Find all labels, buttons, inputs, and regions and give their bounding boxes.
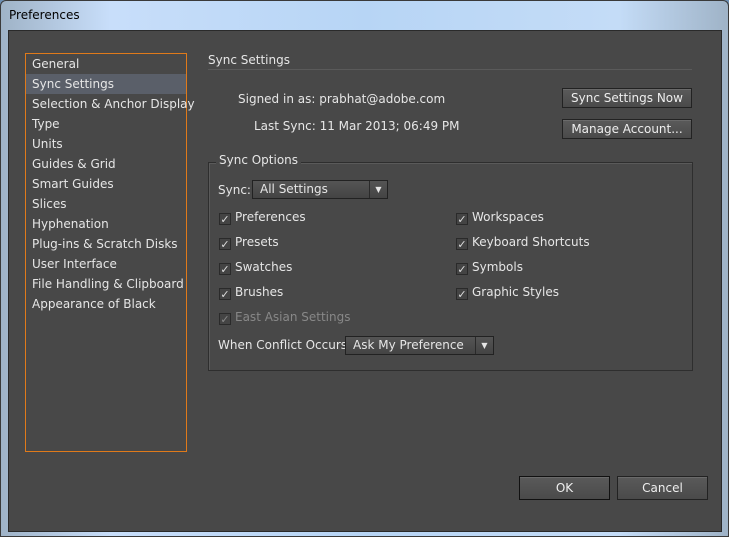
checkbox-brushes[interactable]: ✓ Brushes: [219, 285, 283, 300]
category-list[interactable]: General Sync Settings Selection & Anchor…: [25, 53, 195, 452]
divider: [208, 69, 692, 70]
ok-button[interactable]: OK: [519, 476, 610, 500]
checkmark-icon: ✓: [456, 238, 468, 251]
sync-options-title: Sync Options: [216, 153, 302, 167]
manage-account-button[interactable]: Manage Account...: [562, 119, 692, 139]
checkbox-east-asian-settings: ✓ East Asian Settings: [219, 310, 351, 325]
checkmark-icon: ✓: [219, 263, 231, 276]
checkbox-symbols[interactable]: ✓ Symbols: [456, 260, 523, 275]
checkbox-label: East Asian Settings: [235, 310, 351, 324]
sidebar-item-sync-settings[interactable]: Sync Settings: [26, 74, 186, 94]
checkmark-icon: ✓: [456, 213, 468, 226]
sidebar-item-guides-grid[interactable]: Guides & Grid: [26, 154, 186, 174]
checkmark-icon: ✓: [456, 288, 468, 301]
section-title: Sync Settings: [208, 53, 290, 67]
checkbox-presets[interactable]: ✓ Presets: [219, 235, 279, 250]
conflict-dropdown[interactable]: Ask My Preference ▼: [345, 336, 494, 355]
checkbox-graphic-styles[interactable]: ✓ Graphic Styles: [456, 285, 559, 300]
sidebar-item-hyphenation[interactable]: Hyphenation: [26, 214, 186, 234]
last-sync-text: Last Sync: 11 Mar 2013; 06:49 PM: [254, 119, 460, 133]
checkbox-label: Workspaces: [472, 210, 544, 224]
sync-dropdown-value: All Settings: [260, 182, 328, 196]
sidebar-item-general[interactable]: General: [26, 54, 186, 74]
conflict-label: When Conflict Occurs:: [218, 338, 352, 352]
checkbox-label: Swatches: [235, 260, 293, 274]
sidebar-item-type[interactable]: Type: [26, 114, 186, 134]
checkbox-workspaces[interactable]: ✓ Workspaces: [456, 210, 544, 225]
conflict-dropdown-value: Ask My Preference: [353, 338, 464, 352]
sidebar-item-file-handling[interactable]: File Handling & Clipboard: [26, 274, 186, 294]
checkmark-icon: ✓: [219, 313, 231, 326]
checkmark-icon: ✓: [219, 288, 231, 301]
chevron-down-icon: ▼: [475, 337, 493, 354]
checkmark-icon: ✓: [219, 213, 231, 226]
checkbox-label: Keyboard Shortcuts: [472, 235, 590, 249]
sync-settings-now-button[interactable]: Sync Settings Now: [562, 88, 692, 108]
sync-label: Sync:: [218, 183, 251, 197]
window-title: Preferences: [9, 8, 80, 22]
checkbox-preferences[interactable]: ✓ Preferences: [219, 210, 306, 225]
sidebar-item-smart-guides[interactable]: Smart Guides: [26, 174, 186, 194]
cancel-button[interactable]: Cancel: [617, 476, 708, 500]
dialog-body: General Sync Settings Selection & Anchor…: [8, 30, 722, 532]
checkbox-keyboard-shortcuts[interactable]: ✓ Keyboard Shortcuts: [456, 235, 590, 250]
signed-in-text: Signed in as: prabhat@adobe.com: [238, 92, 446, 106]
preferences-window: Preferences General Sync Settings Select…: [0, 0, 729, 537]
checkbox-swatches[interactable]: ✓ Swatches: [219, 260, 292, 275]
sync-dropdown[interactable]: All Settings ▼: [252, 180, 388, 199]
checkbox-label: Graphic Styles: [472, 285, 559, 299]
chevron-down-icon: ▼: [369, 181, 387, 198]
checkbox-label: Presets: [235, 235, 279, 249]
sidebar-item-selection-anchor[interactable]: Selection & Anchor Display: [26, 94, 195, 114]
sidebar-item-appearance-black[interactable]: Appearance of Black: [26, 294, 186, 314]
checkbox-label: Preferences: [235, 210, 306, 224]
checkbox-label: Brushes: [235, 285, 284, 299]
sidebar-item-plugins[interactable]: Plug-ins & Scratch Disks: [26, 234, 186, 254]
sidebar-item-user-interface[interactable]: User Interface: [26, 254, 186, 274]
checkbox-label: Symbols: [472, 260, 523, 274]
sidebar-item-slices[interactable]: Slices: [26, 194, 186, 214]
sidebar-item-units[interactable]: Units: [26, 134, 186, 154]
checkmark-icon: ✓: [456, 263, 468, 276]
checkmark-icon: ✓: [219, 238, 231, 251]
